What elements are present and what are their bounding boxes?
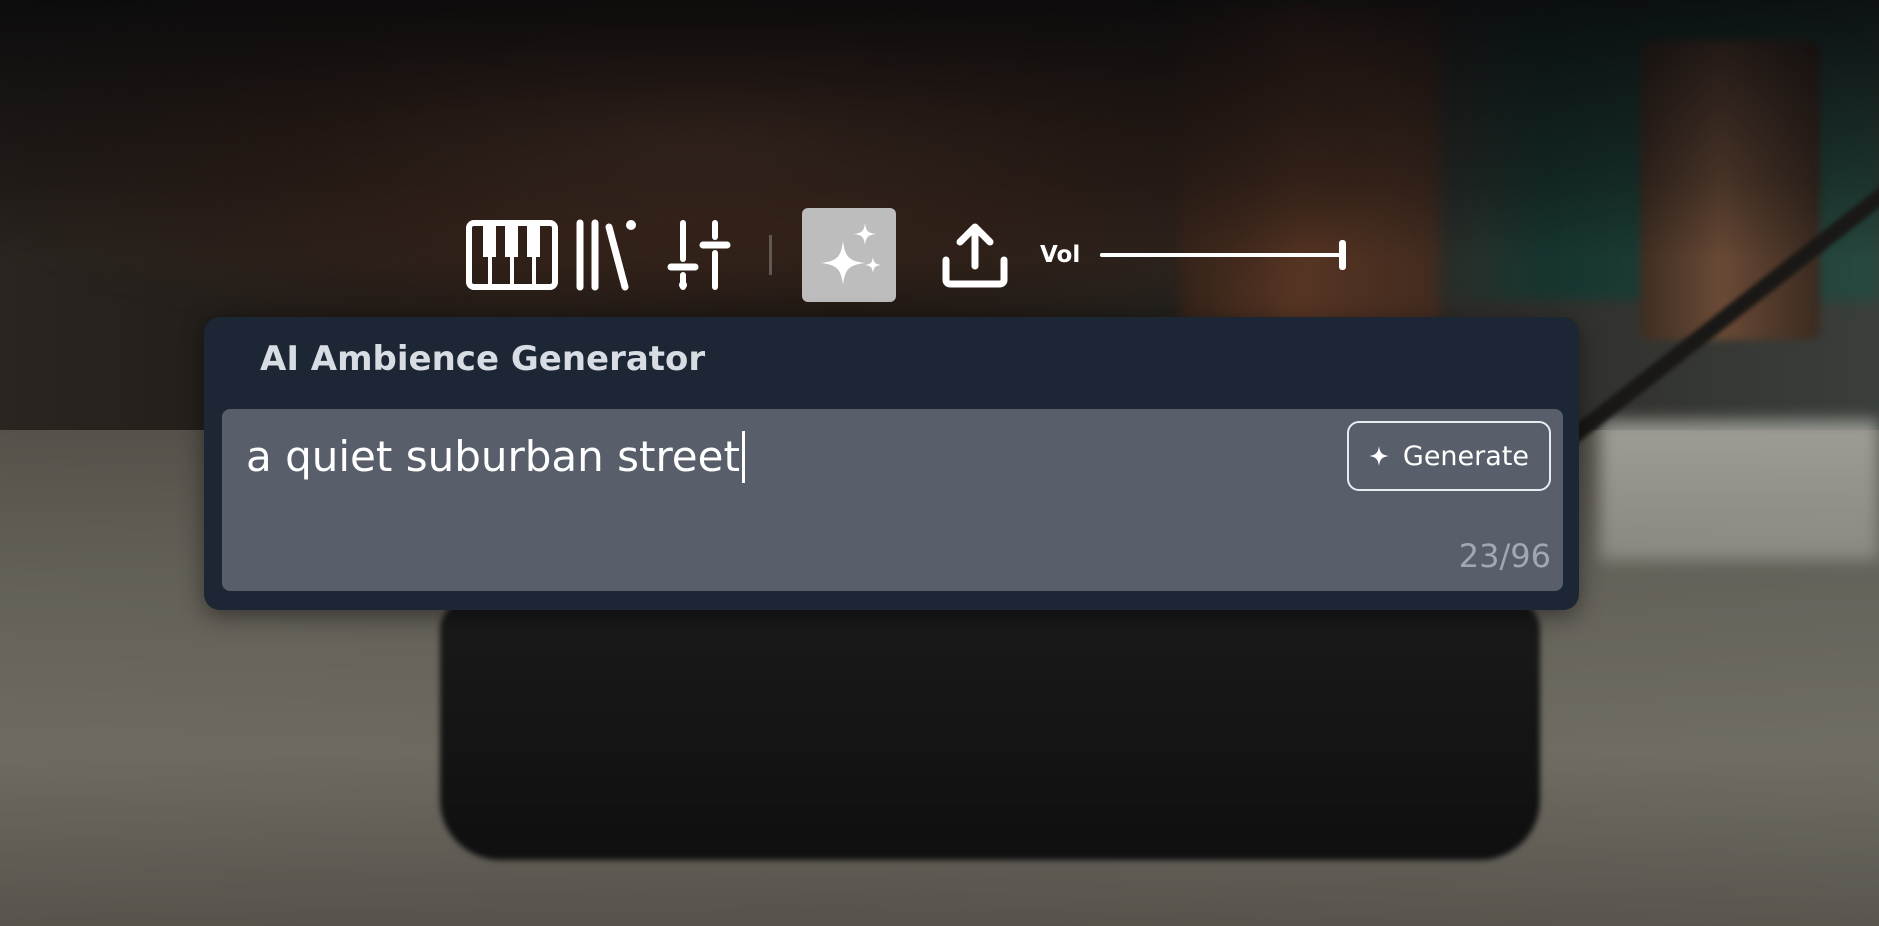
generate-label: Generate — [1402, 440, 1529, 472]
upload-icon — [942, 223, 1008, 288]
toolbar: Vol — [465, 208, 1347, 302]
mixer-button[interactable] — [653, 208, 747, 302]
panel-title: AI Ambience Generator — [260, 339, 706, 379]
volume-thumb[interactable] — [1339, 240, 1347, 270]
app-screen: Vol AI Ambience Generator a quiet suburb… — [0, 0, 1879, 926]
sparkles-icon — [821, 223, 881, 285]
prompt-text[interactable]: a quiet suburban street — [246, 431, 745, 483]
library-icon — [576, 219, 636, 291]
prompt-input[interactable]: a quiet suburban street Generate 23/96 — [222, 409, 1563, 591]
volume-fill — [1100, 253, 1343, 257]
export-button[interactable] — [928, 208, 1022, 302]
prompt-value: a quiet suburban street — [246, 432, 740, 481]
toolbar-divider — [769, 235, 772, 275]
text-caret — [741, 431, 745, 483]
volume-control: Vol — [1040, 240, 1347, 270]
ambience-generator-panel: AI Ambience Generator a quiet suburban s… — [204, 317, 1579, 610]
character-counter: 23/96 — [1458, 537, 1551, 575]
background-device — [440, 600, 1540, 860]
sliders-icon — [667, 220, 731, 290]
background-object — [1600, 420, 1879, 560]
library-button[interactable] — [559, 208, 653, 302]
ai-generate-button[interactable] — [802, 208, 896, 302]
piano-button[interactable] — [465, 208, 559, 302]
generate-button[interactable]: Generate — [1346, 421, 1551, 491]
piano-keys-icon — [466, 220, 558, 290]
sparkle-icon — [1368, 446, 1389, 466]
volume-slider[interactable] — [1100, 240, 1347, 270]
volume-label: Vol — [1040, 242, 1081, 268]
